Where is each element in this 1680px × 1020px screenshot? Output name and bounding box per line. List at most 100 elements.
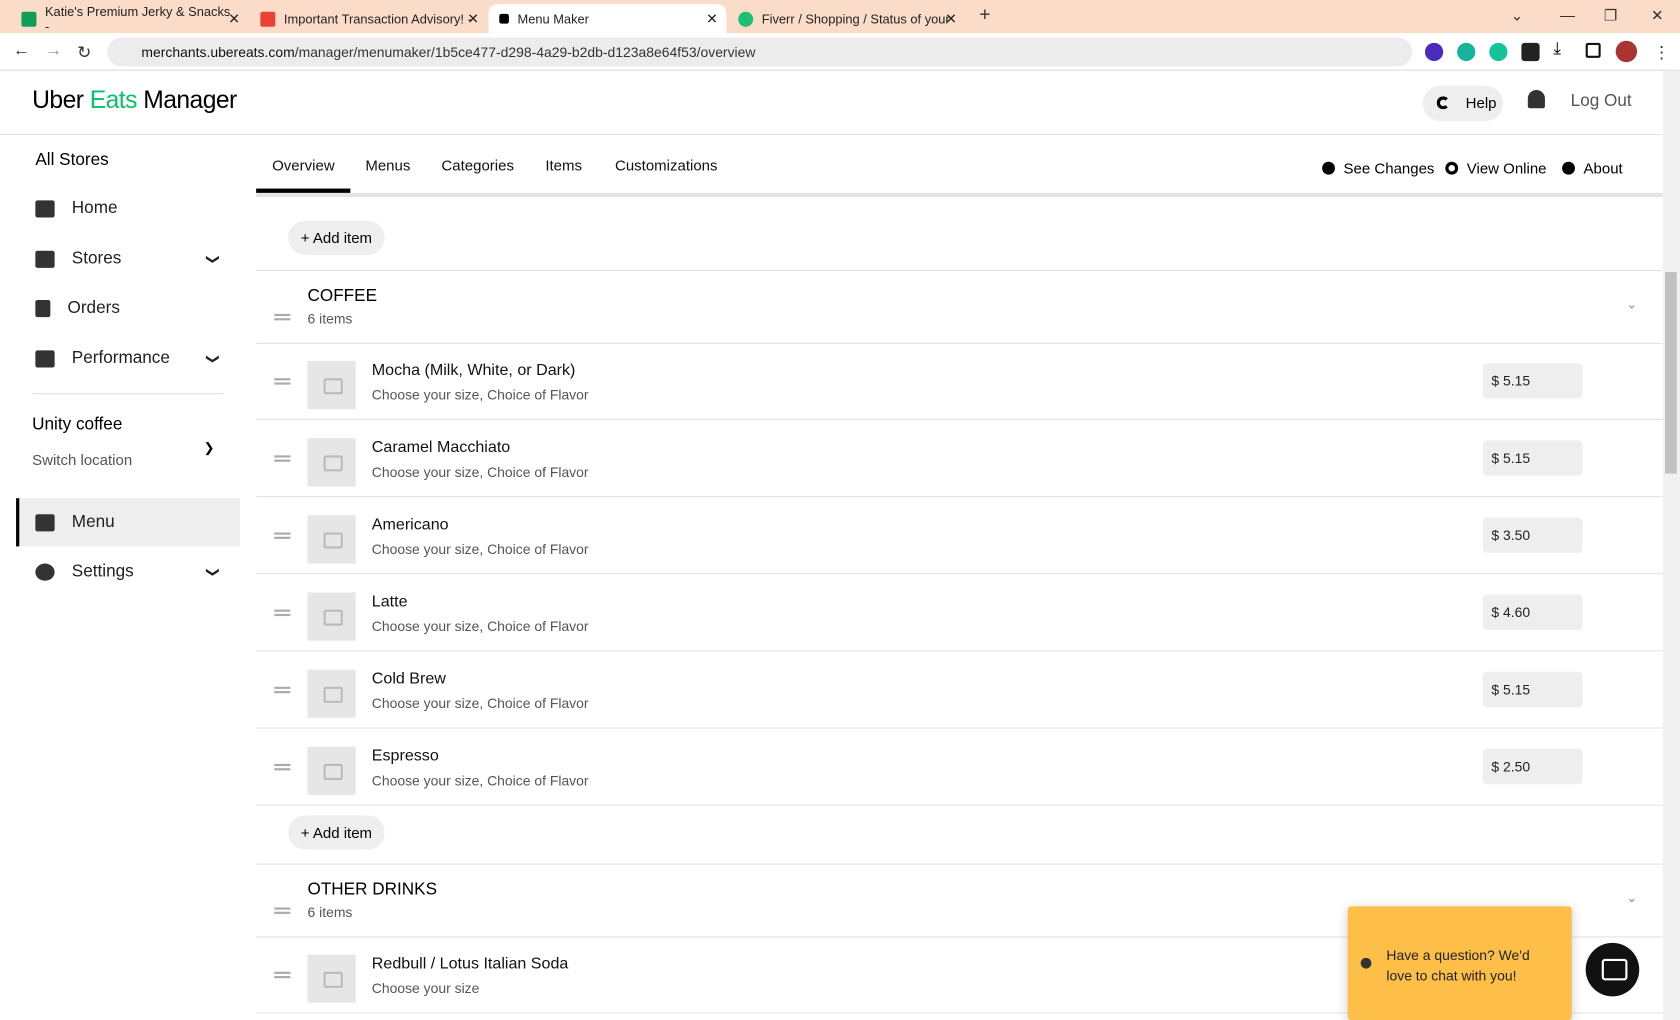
close-window-icon[interactable]: ✕ (1651, 6, 1664, 24)
drag-handle-icon[interactable] (274, 763, 291, 771)
add-item-button[interactable]: + Add item (288, 815, 385, 850)
sidebar-item-menu[interactable]: Menu (16, 498, 240, 547)
chat-prompt[interactable]: Have a question? We'd love to chat with … (1347, 906, 1572, 1020)
price-input[interactable]: $ 4.60 (1482, 594, 1583, 630)
browser-tab-active[interactable]: Menu Maker ✕ (488, 4, 727, 34)
back-icon[interactable]: ← (13, 42, 30, 61)
profile-avatar[interactable] (1615, 40, 1638, 63)
image-placeholder-icon[interactable] (307, 669, 356, 718)
sidebar-item-home[interactable]: Home (16, 184, 240, 232)
tab-title: Katie's Premium Jerky & Snacks - (44, 3, 231, 34)
menu-maker-main: Overview Menus Categories Items Customiz… (256, 135, 1663, 1020)
image-placeholder-icon[interactable] (307, 361, 356, 410)
notifications-bell-icon[interactable] (1527, 89, 1545, 109)
tab-items[interactable]: Items (545, 156, 582, 173)
url-input[interactable]: merchants.ubereats.com/manager/menumaker… (107, 37, 1413, 67)
menu-item-row[interactable]: Espresso Choose your size, Choice of Flav… (256, 729, 1663, 806)
view-online-button[interactable]: View Online (1445, 160, 1547, 177)
logout-link[interactable]: Log Out (1571, 92, 1632, 111)
drag-handle-icon[interactable] (274, 609, 291, 617)
image-placeholder-icon[interactable] (307, 954, 356, 1003)
close-tab-icon[interactable]: ✕ (467, 10, 479, 27)
help-label: Help (1465, 94, 1497, 112)
restore-icon[interactable]: ❐ (1604, 6, 1617, 24)
vpn-extension-icon[interactable] (1457, 42, 1476, 62)
category-header[interactable]: COFFEE 6 items ⌄ (256, 269, 1663, 344)
sidebar-item-performance[interactable]: Performance ❯ (16, 334, 240, 382)
menu-item-row[interactable]: Americano Choose your size, Choice of Fla… (256, 497, 1663, 575)
sidebar-item-label: Orders (67, 298, 120, 317)
sidebar-item-stores[interactable]: Stores ❯ (16, 235, 240, 283)
grammarly-icon[interactable] (1489, 42, 1508, 62)
item-description: Choose your size, Choice of Flavor (371, 695, 589, 712)
tab-search-icon[interactable]: ⌄ (1511, 6, 1524, 24)
close-tab-icon[interactable]: ✕ (945, 10, 957, 27)
tab-categories[interactable]: Categories (441, 156, 514, 173)
help-button[interactable]: Help (1422, 85, 1504, 122)
switch-location-link[interactable]: Switch location (32, 451, 132, 468)
menu-item-row[interactable]: Caramel Macchiato Choose your size, Choic… (256, 420, 1663, 498)
see-changes-button[interactable]: See Changes (1322, 160, 1434, 177)
new-tab-icon[interactable]: + (979, 3, 990, 25)
category-count: 6 items (307, 904, 353, 921)
receipt-icon (35, 299, 51, 317)
store-name: Unity coffee (32, 415, 123, 434)
drag-handle-icon[interactable] (274, 686, 291, 694)
scrollbar-thumb[interactable] (1664, 272, 1677, 474)
logo-text: Eats (89, 85, 138, 114)
tab-customizations[interactable]: Customizations (615, 156, 718, 173)
menu-item-row[interactable]: Mocha (Milk, White, or Dark) Choose your … (256, 343, 1663, 420)
tab-overview[interactable]: Overview (256, 156, 352, 193)
menu-item-row[interactable]: Cold Brew Choose your size, Choice of Fla… (256, 651, 1663, 729)
price-input[interactable]: $ 3.50 (1482, 517, 1583, 553)
gmail-icon (260, 11, 276, 27)
download-icon[interactable]: ⤓ (1554, 40, 1572, 58)
price-input[interactable]: $ 2.50 (1482, 748, 1583, 785)
add-item-button[interactable]: + Add item (288, 220, 385, 255)
browser-tab[interactable]: Important Transaction Advisory! - ✕ (250, 4, 488, 33)
tab-title: Fiverr / Shopping / Status of your (761, 11, 950, 27)
sidebar-item-orders[interactable]: Orders (16, 284, 240, 332)
drag-handle-icon[interactable] (274, 971, 291, 979)
forward-icon[interactable]: → (45, 42, 62, 61)
item-name: Mocha (Milk, White, or Dark) (371, 361, 576, 380)
side-panel-icon[interactable] (1585, 42, 1601, 58)
all-stores-link[interactable]: All Stores (35, 151, 108, 170)
image-placeholder-icon[interactable] (307, 592, 356, 641)
chat-button[interactable] (1585, 942, 1640, 997)
browser-menu-icon[interactable]: ⋮ (1653, 42, 1670, 63)
drag-handle-icon[interactable] (274, 907, 291, 914)
close-tab-icon[interactable]: ✕ (228, 10, 240, 27)
downloader-extension-icon[interactable] (1424, 42, 1444, 62)
extensions-icon[interactable] (1521, 42, 1540, 62)
item-name: Espresso (371, 746, 439, 765)
item-name: Americano (371, 515, 449, 534)
headset-icon (1436, 96, 1450, 110)
chevron-down-icon[interactable]: ⌄ (1626, 890, 1637, 905)
browser-tab[interactable]: Fiverr / Shopping / Status of your ✕ (727, 4, 965, 33)
price-input[interactable]: $ 5.15 (1482, 440, 1583, 476)
drag-handle-icon[interactable] (274, 532, 291, 539)
image-placeholder-icon[interactable] (307, 746, 356, 795)
menu-item-row[interactable]: Latte Choose your size, Choice of Flavor $… (256, 574, 1663, 652)
sidebar-item-settings[interactable]: Settings ❯ (16, 547, 240, 595)
image-placeholder-icon[interactable] (307, 438, 356, 487)
page-scrollbar[interactable] (1662, 70, 1680, 1020)
see-changes-label: See Changes (1343, 159, 1435, 177)
drag-handle-icon[interactable] (274, 313, 291, 321)
about-button[interactable]: About (1562, 160, 1623, 177)
browser-tab[interactable]: Katie's Premium Jerky & Snacks - ✕ (11, 3, 249, 34)
uber-eats-manager-logo[interactable]: Uber Eats Manager (32, 86, 237, 115)
close-tab-icon[interactable]: ✕ (706, 10, 718, 27)
chevron-down-icon[interactable]: ⌄ (1626, 297, 1637, 312)
price-input[interactable]: $ 5.15 (1482, 671, 1583, 708)
category-count: 6 items (307, 310, 353, 327)
tab-menus[interactable]: Menus (365, 156, 410, 173)
drag-handle-icon[interactable] (274, 378, 291, 385)
reload-icon[interactable]: ↻ (77, 42, 91, 63)
drag-handle-icon[interactable] (274, 455, 291, 462)
image-placeholder-icon[interactable] (307, 515, 356, 564)
price-input[interactable]: $ 5.15 (1482, 363, 1583, 399)
location-chevron-icon[interactable]: ❯ (204, 440, 215, 455)
minimize-icon[interactable]: — (1560, 6, 1575, 23)
